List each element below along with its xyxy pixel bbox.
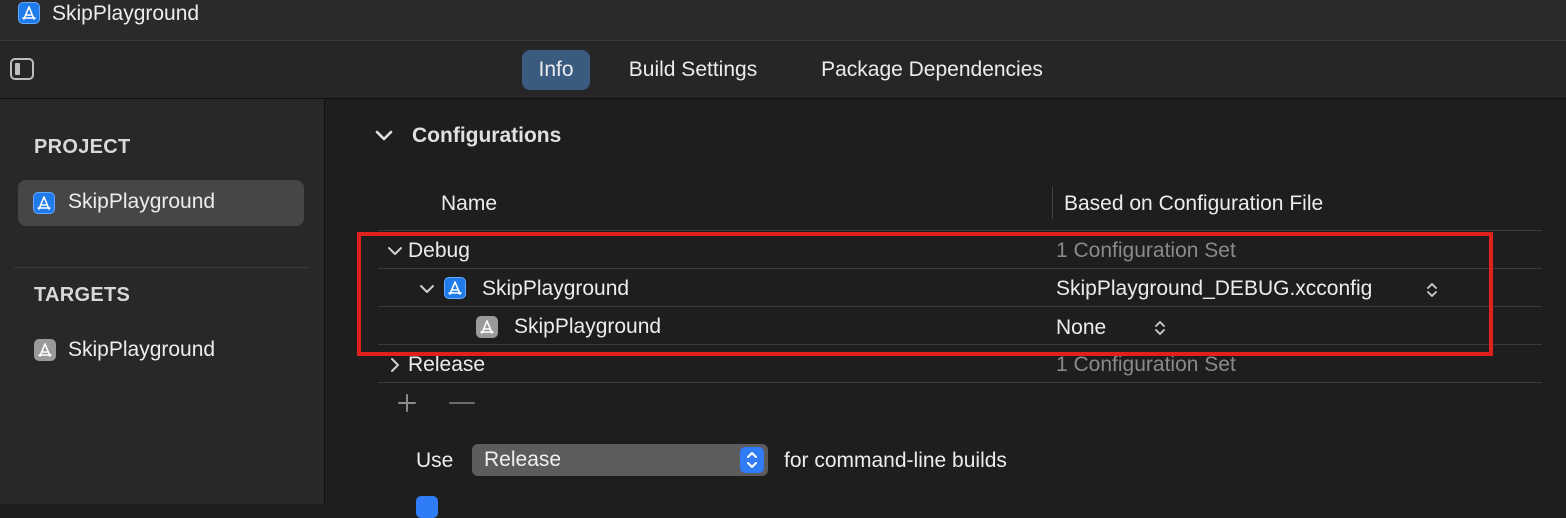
- row-divider: [378, 382, 1542, 383]
- app-project-icon: [18, 2, 40, 24]
- sidebar-item-project-label: SkipPlayground: [68, 190, 216, 213]
- remove-configuration-button[interactable]: [448, 390, 476, 416]
- release-config-summary: 1 Configuration Set: [1056, 353, 1236, 376]
- command-line-builds-label: for command-line builds: [784, 449, 1007, 472]
- command-line-config-value: Release: [484, 448, 562, 471]
- column-separator: [1052, 187, 1053, 219]
- chevron-down-icon[interactable]: [374, 124, 394, 148]
- configurations-title: Configurations: [412, 124, 562, 147]
- targets-heading: TARGETS: [34, 284, 131, 306]
- use-label: Use: [416, 449, 454, 472]
- checkbox[interactable]: [416, 496, 438, 518]
- chevron-right-icon[interactable]: [386, 356, 404, 374]
- column-header-name[interactable]: Name: [441, 192, 497, 216]
- window-title: SkipPlayground: [52, 2, 200, 25]
- row-divider: [378, 230, 1542, 231]
- tab-info[interactable]: Info: [522, 50, 590, 90]
- highlight-annotation: [357, 232, 1493, 356]
- tab-bar: [0, 41, 1566, 99]
- sidebar-divider: [14, 267, 308, 268]
- select-arrows-icon[interactable]: [740, 447, 764, 473]
- project-heading: PROJECT: [34, 136, 131, 158]
- sidebar-toggle-icon[interactable]: [10, 58, 34, 80]
- target-app-icon: [34, 339, 56, 361]
- project-icon: [33, 192, 55, 214]
- column-header-based-on[interactable]: Based on Configuration File: [1064, 192, 1323, 216]
- tab-package-dependencies[interactable]: Package Dependencies: [796, 50, 1068, 90]
- sidebar-item-target[interactable]: SkipPlayground: [68, 338, 215, 362]
- release-config-label[interactable]: Release: [408, 353, 485, 377]
- tab-build-settings[interactable]: Build Settings: [608, 50, 778, 90]
- add-configuration-button[interactable]: [396, 390, 418, 416]
- title-bar: [0, 0, 1566, 41]
